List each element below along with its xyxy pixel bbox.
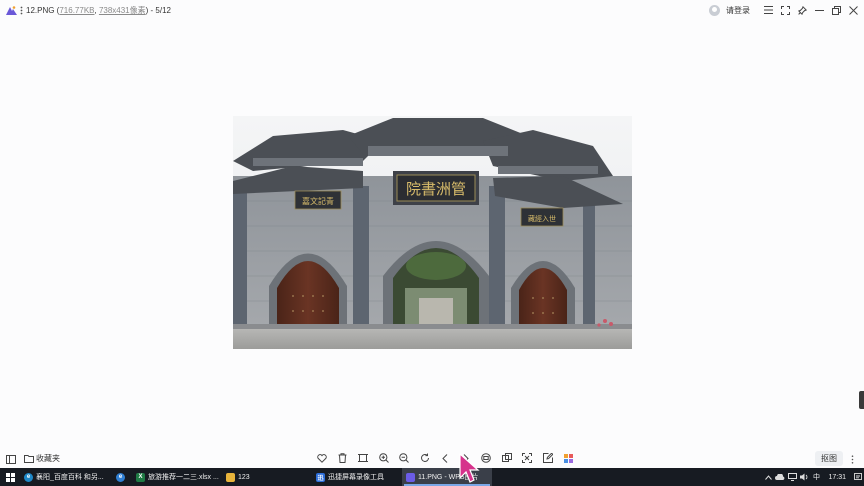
taskbar-item-recorder[interactable]: 迅 迅捷屏幕录像工具 — [312, 468, 402, 486]
svg-text:院書洲管: 院書洲管 — [406, 180, 466, 198]
login-label: 请登录 — [726, 5, 750, 15]
taskbar-item-label: 123 — [238, 473, 250, 481]
taskbar-item-ie[interactable]: e — [112, 468, 132, 486]
taskbar: e 襄阳_百度百科 和另... e X 旅游推荐一二三.xlsx ... 123… — [0, 468, 864, 486]
title-filename: 12.PNG ( — [26, 5, 60, 15]
taskbar-item-label: 迅捷屏幕录像工具 — [328, 474, 384, 481]
notification-icon[interactable] — [852, 468, 864, 486]
taskbar-item-label: 襄阳_百度百科 和另... — [36, 474, 104, 481]
zoom-out-icon[interactable] — [394, 448, 415, 468]
clock[interactable]: 17:31 — [828, 474, 846, 481]
previous-icon[interactable] — [435, 448, 456, 468]
avatar — [709, 4, 720, 16]
close-icon[interactable] — [845, 0, 862, 20]
title-file-size[interactable]: 716.77KB — [59, 6, 94, 15]
displayed-image[interactable]: 院書洲管 嘉文記青 藏經入世 — [233, 116, 632, 349]
heart-icon[interactable] — [312, 448, 333, 468]
more-options-icon[interactable] — [851, 449, 854, 468]
toolbar-right: 抠图 — [815, 448, 854, 468]
convert-icon[interactable] — [497, 448, 518, 468]
taskbar-item-folder[interactable]: 123 — [222, 468, 312, 486]
sidebar-toggle-icon[interactable] — [6, 449, 16, 468]
mouse-cursor-icon — [458, 452, 480, 486]
minimize-icon[interactable] — [811, 0, 828, 20]
svg-text:藏經入世: 藏經入世 — [528, 214, 556, 223]
title-bar: 12.PNG (716.77KB, 738x431像素) - 5/12 请登录 — [0, 0, 864, 20]
bottom-toolbar: 收藏夹 抠图 — [0, 448, 864, 468]
favorites-label: 收藏夹 — [36, 453, 60, 463]
toolbar-left: 收藏夹 — [6, 448, 60, 468]
volume-icon[interactable] — [798, 468, 810, 486]
zoom-in-icon[interactable] — [374, 448, 395, 468]
menu-icon[interactable] — [760, 0, 777, 20]
ie-icon: e — [116, 472, 125, 482]
trash-icon[interactable] — [333, 448, 354, 468]
taskbar-item-excel[interactable]: X 旅游推荐一二三.xlsx ... — [132, 468, 222, 486]
svg-text:嘉文記青: 嘉文記青 — [302, 196, 334, 206]
title-page-counter: ) - 5/12 — [145, 5, 171, 15]
taskbar-item-browser[interactable]: e 襄阳_百度百科 和另... — [20, 468, 112, 486]
pin-icon[interactable] — [794, 0, 811, 20]
cloud-icon[interactable] — [774, 468, 786, 486]
title-bar-controls: 请登录 — [709, 0, 864, 20]
folder-icon — [226, 472, 235, 482]
crop-button[interactable]: 抠图 — [815, 450, 843, 466]
taskbar-item-label: 旅游推荐一二三.xlsx ... — [148, 474, 219, 481]
recorder-icon: 迅 — [316, 472, 325, 482]
actual-size-icon[interactable] — [353, 448, 374, 468]
excel-icon: X — [136, 472, 145, 482]
rotate-icon[interactable] — [415, 448, 436, 468]
system-tray: 中 17:31 — [762, 468, 864, 486]
apps-icon[interactable] — [558, 448, 579, 468]
ocr-icon[interactable] — [517, 448, 538, 468]
title-dimensions[interactable]: 738x431像素 — [99, 6, 146, 15]
folder-star-icon — [24, 454, 34, 463]
favorites-button[interactable]: 收藏夹 — [24, 453, 60, 464]
more-dots-icon[interactable] — [18, 4, 24, 16]
windows-start-icon[interactable] — [0, 468, 20, 486]
chevron-up-icon[interactable] — [762, 468, 774, 486]
ime-icon[interactable]: 中 — [810, 468, 822, 486]
window-title: 12.PNG (716.77KB, 738x431像素) - 5/12 — [26, 5, 171, 16]
edit-icon[interactable] — [538, 448, 559, 468]
restore-icon[interactable] — [828, 0, 845, 20]
edge-icon: e — [24, 472, 33, 482]
login-button[interactable]: 请登录 — [709, 4, 750, 16]
wps-photo-icon — [406, 472, 415, 482]
side-panel-tab[interactable] — [859, 391, 864, 409]
wps-photo-logo-icon — [5, 4, 17, 16]
fullscreen-icon[interactable] — [777, 0, 794, 20]
monitor-icon[interactable] — [786, 468, 798, 486]
toolbar-center — [312, 448, 579, 468]
